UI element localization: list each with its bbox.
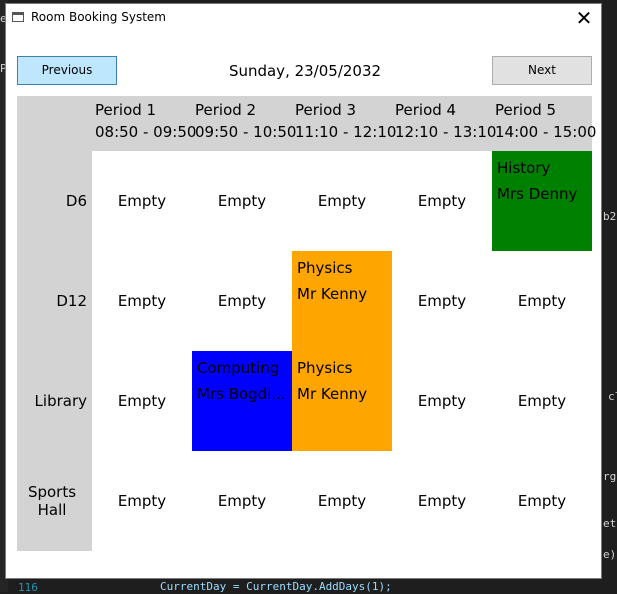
room-label: D6: [65, 192, 87, 210]
period-time: 09:50 - 10:50: [195, 123, 297, 141]
next-button[interactable]: Next: [492, 56, 592, 85]
booked-cell[interactable]: Physics Mr Kenny: [292, 351, 392, 451]
period-header: Period 5 14:00 - 15:00: [492, 96, 596, 151]
empty-cell[interactable]: Empty: [92, 251, 192, 351]
ide-fragment: e): [603, 548, 617, 561]
ide-fragment: et: [603, 517, 617, 530]
booking-teacher: Mr Kenny: [297, 285, 368, 303]
empty-cell[interactable]: Empty: [92, 151, 192, 251]
empty-cell[interactable]: Empty: [192, 451, 292, 551]
current-date: Sunday, 23/05/2032: [228, 62, 382, 80]
period-header: Period 4 12:10 - 13:10: [392, 96, 496, 151]
period-name: Period 2: [195, 101, 257, 119]
room-booking-window: Room Booking System ✕ Previous Sunday, 2…: [5, 3, 602, 579]
empty-cell[interactable]: Empty: [492, 351, 592, 451]
period-header-row: Period 1 08:50 - 09:50 Period 2 09:50 - …: [17, 96, 596, 151]
ide-fragment: b2: [603, 210, 617, 223]
empty-cell[interactable]: Empty: [292, 151, 392, 251]
period-header: Period 3 11:10 - 12:10: [292, 96, 396, 151]
ide-fragment: cl: [608, 390, 617, 403]
empty-cell[interactable]: Empty: [92, 451, 192, 551]
ide-fragment: rgs: [603, 470, 617, 483]
period-time: 11:10 - 12:10: [295, 123, 397, 141]
close-icon: ✕: [575, 6, 593, 30]
booking-subject: Computing: [197, 359, 280, 377]
period-name: Period 3: [295, 101, 357, 119]
period-time: 12:10 - 13:10: [395, 123, 497, 141]
booking-subject: History: [497, 159, 551, 177]
empty-cell[interactable]: Empty: [292, 451, 392, 551]
period-header: Period 1 08:50 - 09:50: [92, 96, 196, 151]
room-column: D6 D12 Library Sports Hall: [17, 151, 92, 551]
title-bar[interactable]: Room Booking System ✕: [6, 4, 601, 34]
booked-cell[interactable]: History Mrs Denny: [492, 151, 592, 251]
empty-cell[interactable]: Empty: [192, 251, 292, 351]
room-label: Library: [34, 392, 87, 410]
booking-subject: Physics: [297, 259, 353, 277]
close-button[interactable]: ✕: [567, 4, 601, 32]
empty-cell[interactable]: Empty: [392, 451, 492, 551]
empty-cell[interactable]: Empty: [192, 151, 292, 251]
empty-cell[interactable]: Empty: [492, 451, 592, 551]
empty-cell[interactable]: Empty: [492, 251, 592, 351]
period-name: Period 5: [495, 101, 557, 119]
booked-cell[interactable]: Computing Mrs Bogdi...: [192, 351, 292, 451]
previous-button[interactable]: Previous: [17, 56, 117, 85]
period-name: Period 4: [395, 101, 457, 119]
period-time: 14:00 - 15:00: [495, 123, 597, 141]
ide-line-number: 116: [18, 581, 38, 594]
empty-cell[interactable]: Empty: [392, 351, 492, 451]
ide-code-line: CurrentDay = CurrentDay.AddDays(1);: [160, 580, 392, 593]
period-time: 08:50 - 09:50: [95, 123, 197, 141]
period-header: Period 2 09:50 - 10:50: [192, 96, 296, 151]
booking-teacher: Mr Kenny: [297, 385, 368, 403]
booking-teacher: Mrs Denny: [497, 185, 578, 203]
window-title: Room Booking System: [31, 10, 166, 24]
empty-cell[interactable]: Empty: [392, 151, 492, 251]
window-app-icon: [12, 12, 24, 22]
empty-cell[interactable]: Empty: [92, 351, 192, 451]
empty-cell[interactable]: Empty: [392, 251, 492, 351]
period-name: Period 1: [95, 101, 157, 119]
room-label: Sports Hall: [27, 483, 77, 519]
booked-cell[interactable]: Physics Mr Kenny: [292, 251, 392, 351]
booking-subject: Physics: [297, 359, 353, 377]
room-label: D12: [56, 292, 87, 310]
booking-teacher: Mrs Bogdi...: [197, 385, 286, 403]
